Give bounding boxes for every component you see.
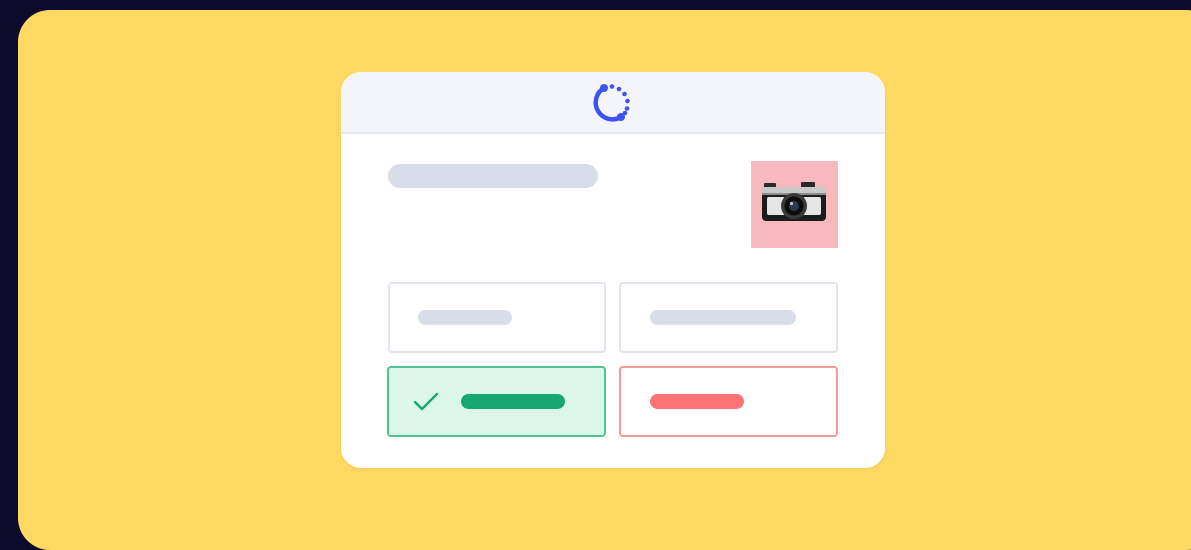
circular-dots-logo-icon	[593, 84, 630, 122]
question-title-placeholder	[388, 164, 598, 188]
answer-option-1-placeholder	[418, 310, 512, 325]
camera-icon	[762, 182, 826, 221]
answer-option-correct-placeholder	[461, 394, 565, 409]
checkmark-icon	[413, 392, 439, 411]
question-image	[751, 161, 838, 248]
answer-option-wrong-placeholder	[650, 394, 744, 409]
answer-option-2-placeholder	[650, 310, 796, 325]
